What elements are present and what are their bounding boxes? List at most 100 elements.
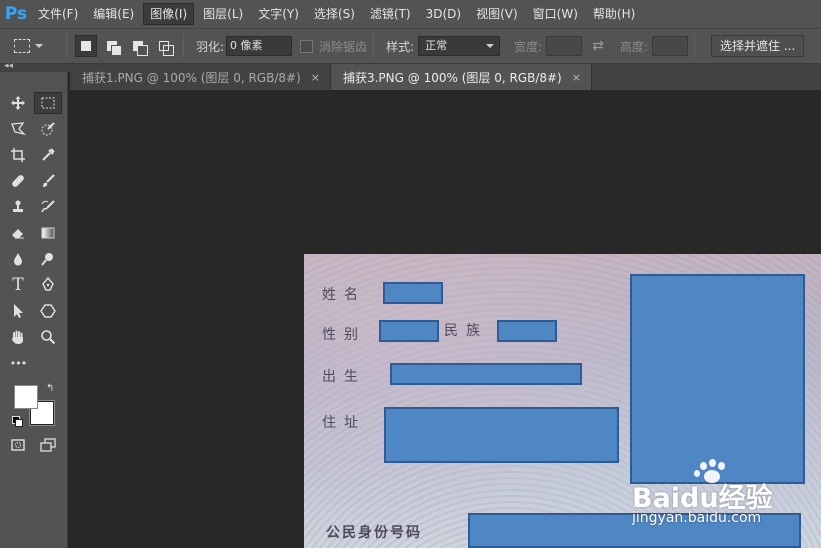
eraser-tool[interactable] — [4, 222, 32, 244]
menu-filter[interactable]: 滤镜(T) — [364, 3, 417, 25]
close-icon[interactable]: × — [311, 71, 320, 84]
menu-edit[interactable]: 编辑(E) — [87, 3, 140, 25]
lasso-tool[interactable] — [4, 118, 32, 140]
blur-tool[interactable] — [4, 248, 32, 270]
redaction-photo — [630, 274, 805, 484]
label-id-number: 公民身份号码 — [326, 525, 422, 541]
divider — [66, 34, 67, 58]
marquee-icon — [41, 97, 55, 109]
magnifier-icon — [41, 330, 56, 345]
style-select-value: 正常 — [425, 39, 448, 52]
menu-window[interactable]: 窗口(W) — [527, 3, 584, 25]
stamp-icon — [13, 200, 23, 212]
label-gender: 性别 — [322, 327, 366, 343]
crop-icon — [11, 148, 25, 162]
bandage-icon — [12, 175, 24, 187]
tools-panel: T ••• ↰ — [0, 72, 68, 548]
redaction-birth — [390, 363, 582, 385]
tab-capture1[interactable]: 捕获1.PNG @ 100% (图层 0, RGB/8#) × — [70, 64, 331, 90]
swap-colors-icon[interactable]: ↰ — [46, 383, 54, 394]
label-address: 住址 — [322, 415, 366, 431]
width-input[interactable] — [546, 36, 583, 56]
tool-preset-picker[interactable] — [0, 34, 60, 58]
quick-mask-icon — [11, 439, 25, 451]
path-selection-tool[interactable] — [4, 300, 32, 322]
style-label: 样式: — [386, 39, 415, 54]
divider — [693, 34, 695, 58]
healing-brush-tool[interactable] — [4, 170, 32, 192]
select-and-mask-button[interactable]: 选择并遮住 ... — [710, 35, 805, 57]
add-to-selection-button[interactable] — [101, 35, 123, 57]
feather-input[interactable]: 0 像素 — [226, 36, 293, 56]
swap-width-height-icon[interactable]: ⇄ — [592, 38, 604, 54]
screen-mode-button[interactable] — [34, 434, 62, 456]
menu-help[interactable]: 帮助(H) — [587, 3, 641, 25]
foreground-color-swatch[interactable] — [14, 385, 38, 409]
chevron-down-icon — [35, 44, 43, 48]
move-tool[interactable] — [4, 92, 32, 114]
menu-image[interactable]: 图像(I) — [143, 3, 195, 25]
rectangular-marquee-tool[interactable] — [34, 92, 62, 114]
width-label: 宽度: — [514, 39, 543, 54]
arrow-cursor-icon — [14, 304, 23, 318]
photoshop-logo[interactable]: Ps — [0, 0, 32, 28]
edit-toolbar-button[interactable]: ••• — [4, 352, 32, 374]
close-icon[interactable]: × — [572, 71, 581, 84]
menu-3d[interactable]: 3D(D) — [420, 3, 467, 25]
chevron-down-icon — [486, 44, 495, 48]
move-icon — [11, 96, 25, 110]
rectangular-marquee-icon — [14, 39, 30, 53]
watermark-url: jingyan.baidu.com — [632, 510, 762, 526]
brush-icon — [43, 174, 55, 187]
height-input[interactable] — [651, 36, 688, 56]
hand-tool[interactable] — [4, 326, 32, 348]
clone-stamp-tool[interactable] — [4, 196, 32, 218]
eraser-icon — [12, 229, 24, 239]
height-label: 高度: — [619, 39, 648, 54]
shape-tool[interactable] — [34, 300, 62, 322]
dodge-icon — [41, 253, 53, 266]
dodge-tool[interactable] — [34, 248, 62, 270]
new-selection-button[interactable] — [75, 35, 97, 57]
options-bar: 羽化: 0 像素 消除锯齿 样式: 正常 宽度: ⇄ 高度: 选择并遮住 ... — [0, 28, 821, 64]
menu-type[interactable]: 文字(Y) — [252, 3, 305, 25]
droplet-icon — [14, 253, 22, 266]
toolbar-header: ◂◂ — [0, 61, 70, 72]
intersect-selection-button[interactable] — [153, 35, 175, 57]
antialias-checkbox[interactable] — [300, 39, 314, 53]
intersect-selection-icon — [159, 41, 174, 56]
new-selection-icon — [81, 41, 91, 51]
divider — [183, 34, 184, 58]
divider — [373, 34, 375, 58]
brush-tool[interactable] — [34, 170, 62, 192]
redaction-name — [383, 282, 443, 304]
gradient-tool[interactable] — [34, 222, 62, 244]
antialias-label: 消除锯齿 — [319, 39, 368, 54]
menu-layer[interactable]: 图层(L) — [197, 3, 249, 25]
quick-selection-icon — [41, 122, 55, 136]
zoom-tool[interactable] — [34, 326, 62, 348]
collapse-panel-icon[interactable]: ◂◂ — [4, 61, 13, 71]
quick-selection-tool[interactable] — [34, 118, 62, 140]
subtract-from-selection-button[interactable] — [127, 35, 149, 57]
style-select[interactable]: 正常 — [418, 36, 501, 56]
history-brush-tool[interactable] — [34, 196, 62, 218]
menu-select[interactable]: 选择(S) — [308, 3, 361, 25]
crop-tool[interactable] — [4, 144, 32, 166]
eyedropper-tool[interactable] — [34, 144, 62, 166]
gradient-icon — [41, 227, 55, 239]
menu-file[interactable]: 文件(F) — [32, 3, 84, 25]
type-tool[interactable]: T — [4, 274, 32, 296]
baidu-watermark: Baidu经验 jingyan.baidu.com — [632, 458, 812, 530]
hexagon-icon — [40, 304, 56, 318]
pen-tool[interactable] — [34, 274, 62, 296]
polygonal-lasso-icon — [11, 122, 26, 136]
tab-capture3[interactable]: 捕获3.PNG @ 100% (图层 0, RGB/8#) × — [330, 64, 592, 90]
menu-view[interactable]: 视图(V) — [470, 3, 524, 25]
default-colors-icon[interactable] — [12, 416, 23, 427]
quick-mask-button[interactable] — [4, 434, 32, 456]
pen-icon — [42, 277, 54, 291]
history-brush-icon — [41, 200, 55, 213]
redaction-gender — [379, 320, 439, 342]
label-name: 姓名 — [322, 287, 366, 303]
